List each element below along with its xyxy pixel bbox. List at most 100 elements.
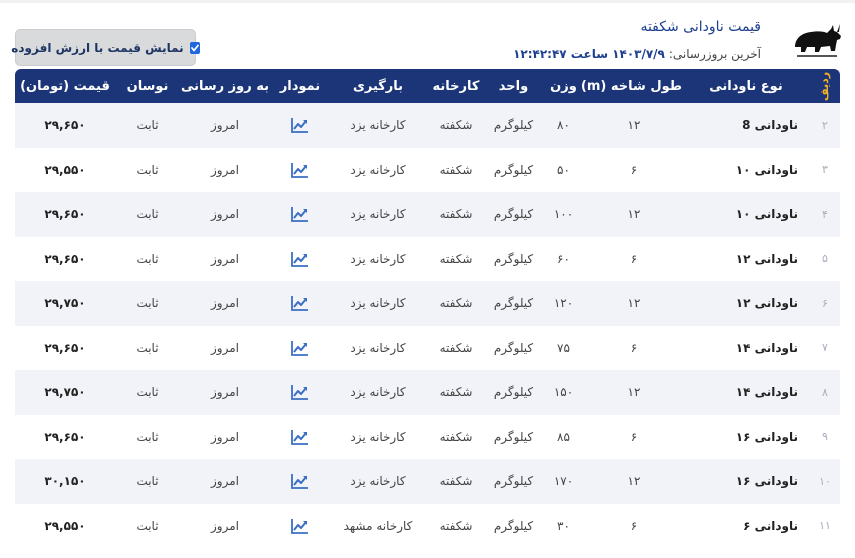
- cell-length: ۶: [586, 503, 682, 548]
- cell-price: ۳۰,۱۵۰: [15, 459, 115, 504]
- cell-idx: ۷: [810, 325, 840, 370]
- table-row[interactable]: ۵ ناودانی ۱۲ ۶ ۶۰ کیلوگرم شکفته کارخانه یزد امر…: [15, 236, 840, 281]
- chart-line-icon[interactable]: [291, 474, 309, 490]
- cell-length: ۱۲: [586, 281, 682, 326]
- col-header-loading[interactable]: بارگیری: [330, 69, 426, 103]
- col-header-fluct[interactable]: نوسان: [115, 69, 180, 103]
- col-header-length[interactable]: طول شاخه (m): [581, 69, 682, 103]
- page-header: قیمت ناودانی شکفته آخرین بروزرسانی:۱۴۰۳/…: [0, 3, 855, 73]
- cell-factory: شکفته: [426, 281, 486, 326]
- cell-idx: ۶: [810, 281, 840, 326]
- chart-line-icon[interactable]: [291, 162, 309, 178]
- cell-chart[interactable]: [270, 103, 330, 148]
- cell-price: ۲۹,۵۵۰: [15, 503, 115, 548]
- cell-updated: امروز: [180, 414, 270, 459]
- vat-toggle-label: نمایش قیمت با ارزش افزوده: [11, 40, 184, 55]
- col-header-type[interactable]: نوع ناودانی: [682, 69, 810, 103]
- cell-chart[interactable]: [270, 503, 330, 548]
- cell-updated: امروز: [180, 147, 270, 192]
- cell-fluct: ثابت: [115, 370, 180, 415]
- cell-price: ۲۹,۶۵۰: [15, 192, 115, 237]
- table-row[interactable]: ۸ ناودانی ۱۴ ۱۲ ۱۵۰ کیلوگرم شکفته کارخانه یزد ا…: [15, 370, 840, 415]
- col-header-updated[interactable]: به روز رسانی: [180, 69, 270, 103]
- col-header-idx: ردیف: [810, 69, 840, 103]
- col-header-factory[interactable]: کارخانه: [426, 69, 486, 103]
- cell-weight: ۱۷۰: [541, 459, 586, 504]
- chart-line-icon[interactable]: [291, 518, 309, 534]
- table-row[interactable]: ۱۰ ناودانی ۱۶ ۱۲ ۱۷۰ کیلوگرم شکفته کارخانه یزد…: [15, 459, 840, 504]
- cell-fluct: ثابت: [115, 459, 180, 504]
- cell-type: ناودانی ۱۲: [682, 236, 810, 281]
- cell-type: ناودانی ۱۲: [682, 281, 810, 326]
- cell-chart[interactable]: [270, 370, 330, 415]
- cell-weight: ۱۲۰: [541, 281, 586, 326]
- cell-fluct: ثابت: [115, 281, 180, 326]
- checkbox-checked-icon[interactable]: [189, 41, 200, 54]
- cell-weight: ۶۰: [541, 236, 586, 281]
- cell-factory: شکفته: [426, 103, 486, 148]
- cell-updated: امروز: [180, 281, 270, 326]
- cell-loading: کارخانه یزد: [330, 325, 426, 370]
- cell-loading: کارخانه یزد: [330, 281, 426, 326]
- table-row[interactable]: ۹ ناودانی ۱۶ ۶ ۸۵ کیلوگرم شکفته کارخانه یزد امر…: [15, 414, 840, 459]
- cell-idx: ۱۱: [810, 503, 840, 548]
- table-row[interactable]: ۳ ناودانی ۱۰ ۶ ۵۰ کیلوگرم شکفته کارخانه یزد امر…: [15, 147, 840, 192]
- table-row[interactable]: ۱۱ ناودانی ۶ ۶ ۳۰ کیلوگرم شکفته کارخانه مشهد ام…: [15, 503, 840, 548]
- cell-type: ناودانی ۶: [682, 503, 810, 548]
- cell-idx: ۳: [810, 147, 840, 192]
- cell-type: ناودانی ۱۶: [682, 414, 810, 459]
- col-header-unit[interactable]: واحد: [486, 69, 541, 103]
- cell-type: ناودانی ۱۴: [682, 370, 810, 415]
- chart-line-icon[interactable]: [291, 296, 309, 312]
- cell-weight: ۵۰: [541, 147, 586, 192]
- chart-line-icon[interactable]: [291, 340, 309, 356]
- cell-unit: کیلوگرم: [486, 281, 541, 326]
- cell-idx: ۵: [810, 236, 840, 281]
- cell-idx: ۸: [810, 370, 840, 415]
- chart-line-icon[interactable]: [291, 118, 309, 134]
- cell-price: ۲۹,۵۵۰: [15, 147, 115, 192]
- col-header-weight[interactable]: وزن: [541, 69, 586, 103]
- vat-toggle-button[interactable]: نمایش قیمت با ارزش افزوده: [11, 29, 200, 66]
- cell-updated: امروز: [180, 325, 270, 370]
- cell-length: ۶: [586, 325, 682, 370]
- cell-updated: امروز: [180, 236, 270, 281]
- cell-chart[interactable]: [270, 192, 330, 237]
- cell-type: ناودانی 8: [682, 103, 810, 148]
- cell-type: ناودانی ۱۰: [682, 147, 810, 192]
- cell-chart[interactable]: [270, 147, 330, 192]
- cell-unit: کیلوگرم: [486, 459, 541, 504]
- cell-unit: کیلوگرم: [486, 147, 541, 192]
- table-row[interactable]: ۶ ناودانی ۱۲ ۱۲ ۱۲۰ کیلوگرم شکفته کارخانه یزد ا…: [15, 281, 840, 326]
- cell-factory: شکفته: [426, 236, 486, 281]
- cell-chart[interactable]: [270, 325, 330, 370]
- cell-type: ناودانی ۱۰: [682, 192, 810, 237]
- last-updated-value: ۱۴۰۳/۷/۹ ساعت ۱۲:۴۲:۴۷: [513, 47, 665, 61]
- cell-length: ۱۲: [586, 192, 682, 237]
- cell-loading: کارخانه یزد: [330, 459, 426, 504]
- cell-chart[interactable]: [270, 414, 330, 459]
- cell-fluct: ثابت: [115, 103, 180, 148]
- table-row[interactable]: ۲ ناودانی 8 ۱۲ ۸۰ کیلوگرم شکفته کارخانه یزد امر…: [15, 103, 840, 148]
- chart-line-icon[interactable]: [291, 385, 309, 401]
- cell-chart[interactable]: [270, 281, 330, 326]
- cell-weight: ۱۰۰: [541, 192, 586, 237]
- chart-line-icon[interactable]: [291, 251, 309, 267]
- cell-chart[interactable]: [270, 236, 330, 281]
- cell-fluct: ثابت: [115, 325, 180, 370]
- cell-unit: کیلوگرم: [486, 103, 541, 148]
- col-header-price[interactable]: قیمت (تومان): [15, 69, 115, 103]
- cell-weight: ۱۵۰: [541, 370, 586, 415]
- cell-chart[interactable]: [270, 459, 330, 504]
- cell-length: ۶: [586, 414, 682, 459]
- cell-loading: کارخانه یزد: [330, 370, 426, 415]
- table-row[interactable]: ۷ ناودانی ۱۴ ۶ ۷۵ کیلوگرم شکفته کارخانه یزد امر…: [15, 325, 840, 370]
- chart-line-icon[interactable]: [291, 207, 309, 223]
- cell-unit: کیلوگرم: [486, 414, 541, 459]
- chart-line-icon[interactable]: [291, 429, 309, 445]
- cell-factory: شکفته: [426, 414, 486, 459]
- table-row[interactable]: ۴ ناودانی ۱۰ ۱۲ ۱۰۰ کیلوگرم شکفته کارخانه یزد ا…: [15, 192, 840, 237]
- col-header-chart[interactable]: نمودار: [270, 69, 330, 103]
- cell-loading: کارخانه مشهد: [330, 503, 426, 548]
- cell-weight: ۸۰: [541, 103, 586, 148]
